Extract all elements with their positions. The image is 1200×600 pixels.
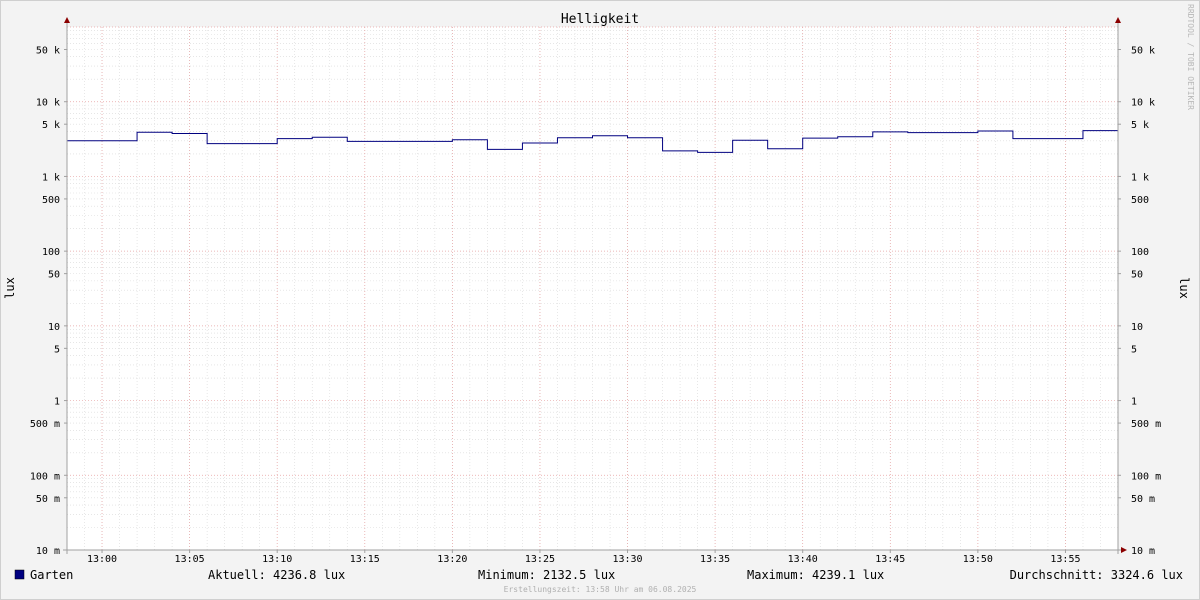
y-tick-label-left: 5 k xyxy=(42,120,60,131)
watermark: RRDTOOL / TOBI OETIKER xyxy=(1186,4,1195,110)
y-tick-label-right: 50 xyxy=(1131,270,1143,281)
y-axis-label-right: lux xyxy=(1177,277,1191,299)
y-tick-label-right: 1 k xyxy=(1131,172,1149,183)
stat-current: Aktuell: 4236.8 lux xyxy=(208,568,345,582)
y-tick-label-right: 50 m xyxy=(1131,494,1155,505)
created-timestamp: Erstellungszeit: 13:58 Uhr am 06.08.2025 xyxy=(504,585,697,594)
x-tick-label: 13:50 xyxy=(963,554,993,565)
y-tick-label-right: 100 xyxy=(1131,247,1149,258)
x-tick-label: 13:20 xyxy=(437,554,467,565)
y-tick-label-right: 10 m xyxy=(1131,546,1155,557)
y-tick-label-left: 100 xyxy=(42,247,60,258)
y-tick-label-left: 10 m xyxy=(36,546,60,557)
y-tick-label-right: 10 xyxy=(1131,322,1143,333)
y-tick-label-left: 10 k xyxy=(36,98,60,109)
y-tick-label-left: 500 m xyxy=(30,419,60,430)
y-tick-label-left: 1 xyxy=(54,397,60,408)
stat-minimum: Minimum: 2132.5 lux xyxy=(478,568,615,582)
chart: 10 m 10 m 50 m 50 m 100 m 100 m 500 m 500 m 1 1 5 5… xyxy=(0,0,1200,600)
x-tick-label: 13:05 xyxy=(175,554,205,565)
y-tick-label-left: 50 k xyxy=(36,45,60,56)
y-tick-label-right: 1 xyxy=(1131,397,1137,408)
y-axis-label-left: lux xyxy=(3,277,17,299)
y-axis-left-arrow xyxy=(64,17,70,23)
x-tick-label: 13:35 xyxy=(700,554,730,565)
chart-title: Helligkeit xyxy=(561,12,639,27)
stat-maximum: Maximum: 4239.1 lux xyxy=(747,568,884,582)
y-tick-label-right: 500 m xyxy=(1131,419,1161,430)
x-tick-label: 13:00 xyxy=(87,554,117,565)
grid xyxy=(66,26,1119,551)
x-tick-label: 13:55 xyxy=(1050,554,1080,565)
y-tick-label-left: 5 xyxy=(54,344,60,355)
x-tick-label: 13:10 xyxy=(262,554,292,565)
y-tick-label-left: 50 m xyxy=(36,494,60,505)
y-tick-label-right: 50 k xyxy=(1131,45,1155,56)
x-tick-label: 13:15 xyxy=(350,554,380,565)
y-tick-label-left: 1 k xyxy=(42,172,60,183)
y-tick-label-right: 10 k xyxy=(1131,98,1155,109)
legend-label: Garten xyxy=(30,568,73,582)
y-tick-label-left: 500 xyxy=(42,195,60,206)
y-tick-label-left: 100 m xyxy=(30,471,60,482)
x-axis-arrow xyxy=(1121,547,1127,553)
legend-swatch xyxy=(14,569,25,580)
x-tick-label: 13:25 xyxy=(525,554,555,565)
x-tick-label: 13:40 xyxy=(788,554,818,565)
x-tick-label: 13:45 xyxy=(875,554,905,565)
x-tick-labels: 13:00 13:05 13:10 13:15 13:20 13:25 13:30 13:35… xyxy=(87,550,1081,565)
y-tick-label-right: 500 xyxy=(1131,195,1149,206)
y-axis-right-arrow xyxy=(1115,17,1121,23)
y-tick-label-left: 50 xyxy=(48,270,60,281)
x-tick-label: 13:30 xyxy=(612,554,642,565)
y-tick-label-right: 100 m xyxy=(1131,471,1161,482)
stat-average: Durchschnitt: 3324.6 lux xyxy=(1010,568,1183,582)
y-tick-label-left: 10 xyxy=(48,322,60,333)
y-tick-label-right: 5 xyxy=(1131,344,1137,355)
y-tick-label-right: 5 k xyxy=(1131,120,1149,131)
